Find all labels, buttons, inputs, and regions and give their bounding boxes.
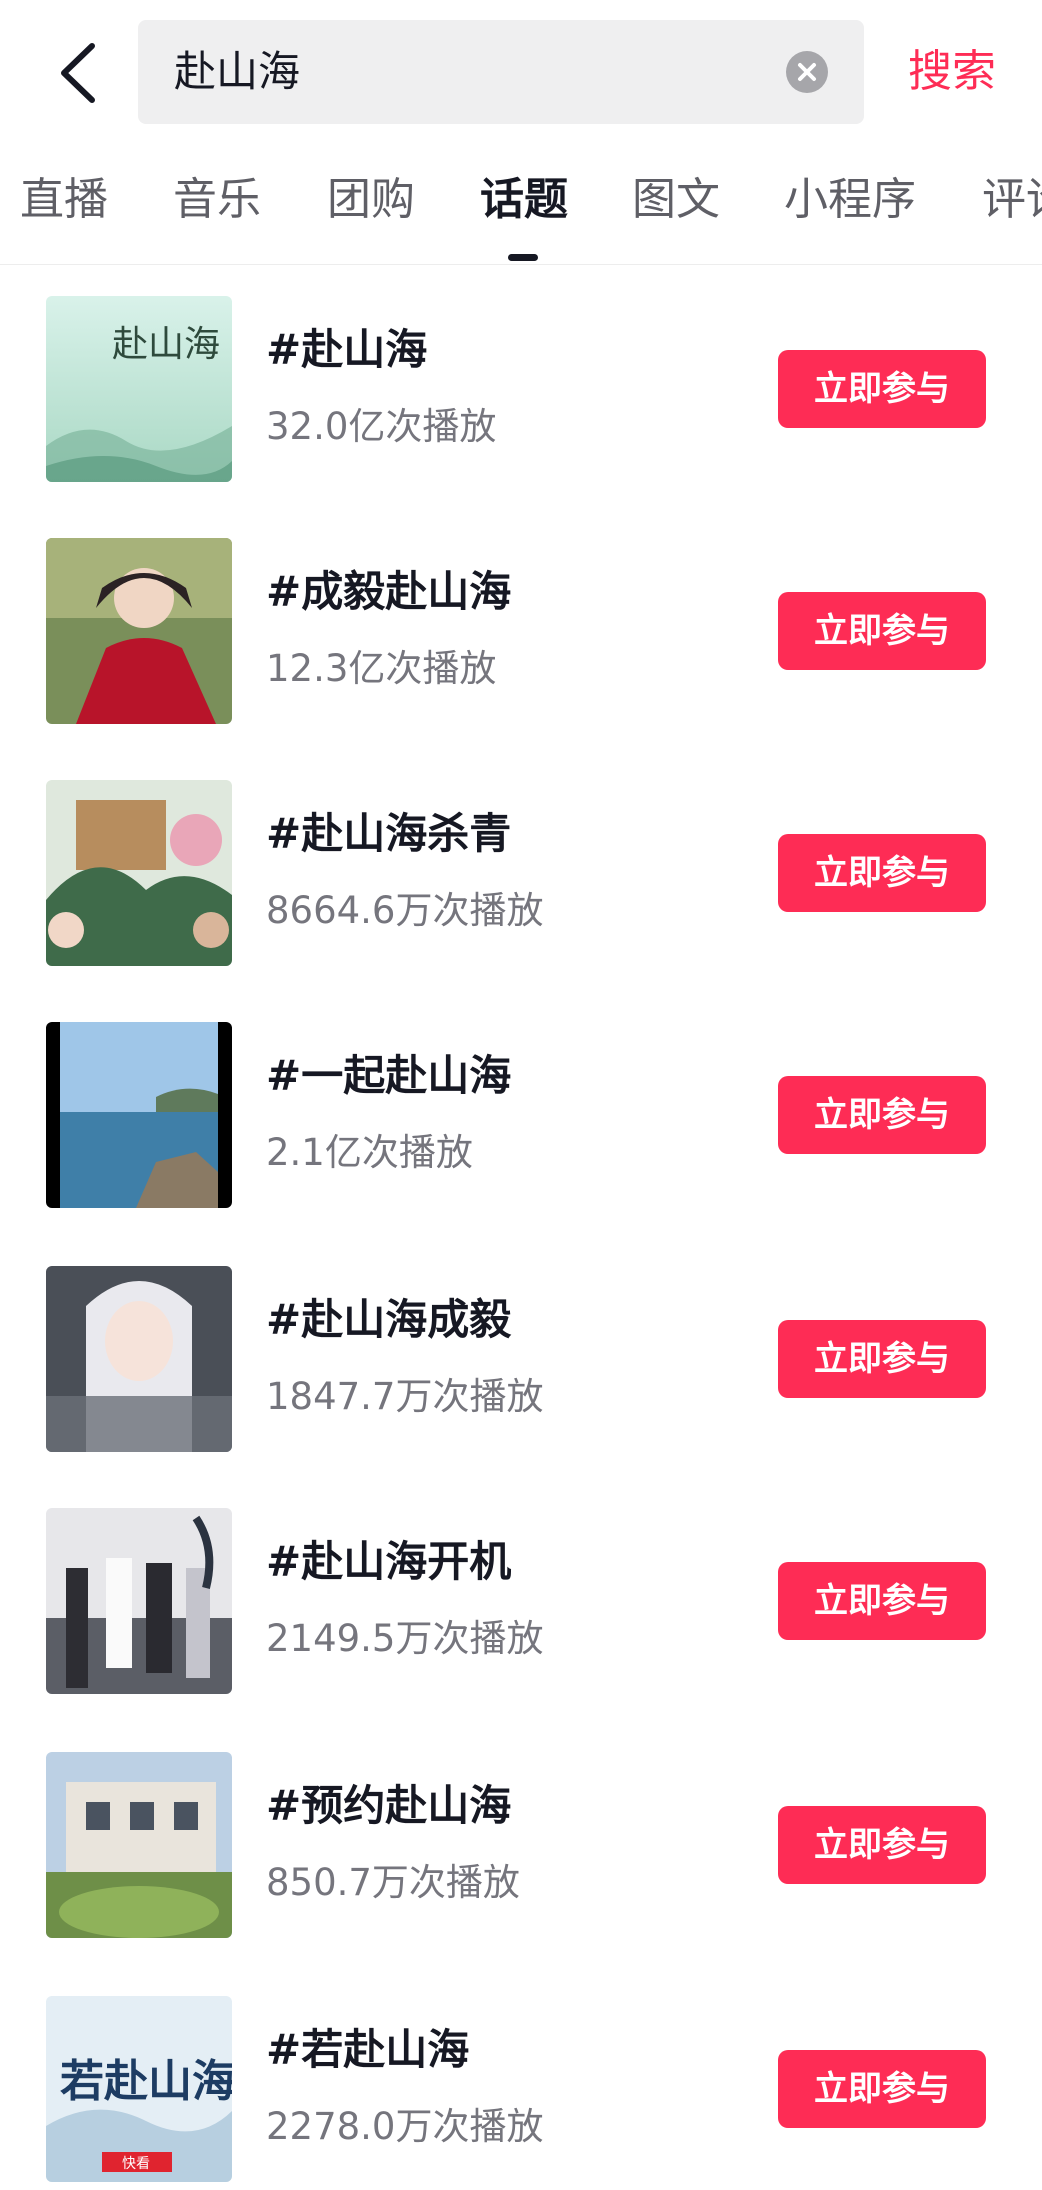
topic-thumbnail bbox=[46, 1022, 232, 1208]
topic-thumbnail bbox=[46, 1508, 232, 1694]
tab-live[interactable]: 直播 bbox=[20, 150, 108, 250]
chevron-left-icon bbox=[61, 43, 95, 103]
topic-play-count: 2278.0万次播放 bbox=[266, 2105, 544, 2148]
topic-play-count: 1847.7万次播放 bbox=[266, 1375, 544, 1418]
back-button[interactable] bbox=[50, 38, 110, 108]
search-header: 赴山海 搜索 bbox=[0, 0, 1042, 140]
tab-mini-programs[interactable]: 小程序 bbox=[784, 150, 916, 250]
category-tabs: 直播 音乐 团购 话题 图文 小程序 评论 bbox=[0, 150, 1042, 265]
topic-row[interactable]: #一起赴山海 2.1亿次播放 立即参与 bbox=[0, 1022, 1042, 1208]
topic-play-count: 32.0亿次播放 bbox=[266, 405, 497, 448]
join-topic-button[interactable]: 立即参与 bbox=[778, 350, 986, 428]
topic-title: #若赴山海 bbox=[266, 2025, 470, 2074]
topic-thumbnail: 若赴山海 快看 bbox=[46, 1996, 232, 2182]
topic-title: #成毅赴山海 bbox=[266, 567, 512, 616]
topic-play-count: 8664.6万次播放 bbox=[266, 889, 544, 932]
topic-play-count: 12.3亿次播放 bbox=[266, 647, 497, 690]
thumb-overlay-text: 若赴山海 bbox=[60, 2056, 232, 2107]
close-circle-icon bbox=[798, 63, 816, 81]
topic-title: #预约赴山海 bbox=[266, 1781, 512, 1830]
topic-row[interactable]: #赴山海成毅 1847.7万次播放 立即参与 bbox=[0, 1266, 1042, 1452]
topic-thumbnail: 赴山海 bbox=[46, 296, 232, 482]
topic-play-count: 2149.5万次播放 bbox=[266, 1617, 544, 1660]
join-topic-button[interactable]: 立即参与 bbox=[778, 1076, 986, 1154]
topic-thumbnail bbox=[46, 1752, 232, 1938]
thumb-badge-text: 快看 bbox=[122, 2156, 150, 2172]
topic-title: #赴山海 bbox=[266, 325, 428, 374]
topic-row[interactable]: 若赴山海 快看 #若赴山海 2278.0万次播放 立即参与 bbox=[0, 1996, 1042, 2182]
tab-music[interactable]: 音乐 bbox=[173, 150, 261, 250]
tab-group-buy[interactable]: 团购 bbox=[327, 150, 415, 250]
topic-play-count: 2.1亿次播放 bbox=[266, 1131, 473, 1174]
active-tab-indicator bbox=[508, 254, 538, 261]
search-input[interactable]: 赴山海 bbox=[138, 20, 864, 124]
search-query-text: 赴山海 bbox=[174, 47, 301, 96]
topic-row[interactable]: #赴山海开机 2149.5万次播放 立即参与 bbox=[0, 1508, 1042, 1694]
topic-row[interactable]: #赴山海杀青 8664.6万次播放 立即参与 bbox=[0, 780, 1042, 966]
search-submit-button[interactable]: 搜索 bbox=[908, 20, 996, 124]
topic-thumbnail bbox=[46, 780, 232, 966]
topic-title: #赴山海成毅 bbox=[266, 1295, 512, 1344]
join-topic-button[interactable]: 立即参与 bbox=[778, 834, 986, 912]
join-topic-button[interactable]: 立即参与 bbox=[778, 1320, 986, 1398]
join-topic-button[interactable]: 立即参与 bbox=[778, 1562, 986, 1640]
topic-row[interactable]: #成毅赴山海 12.3亿次播放 立即参与 bbox=[0, 538, 1042, 724]
join-topic-button[interactable]: 立即参与 bbox=[778, 2050, 986, 2128]
topic-title: #赴山海杀青 bbox=[266, 809, 512, 858]
tab-topics[interactable]: 话题 bbox=[480, 150, 568, 250]
tab-comments[interactable]: 评论 bbox=[982, 150, 1042, 250]
tab-image-text[interactable]: 图文 bbox=[632, 150, 720, 250]
topic-title: #一起赴山海 bbox=[266, 1051, 512, 1100]
join-topic-button[interactable]: 立即参与 bbox=[778, 1806, 986, 1884]
topic-thumbnail bbox=[46, 538, 232, 724]
topic-title: #赴山海开机 bbox=[266, 1537, 512, 1586]
thumb-overlay-text: 赴山海 bbox=[112, 324, 220, 365]
topic-play-count: 850.7万次播放 bbox=[266, 1861, 520, 1904]
topic-row[interactable]: 赴山海 #赴山海 32.0亿次播放 立即参与 bbox=[0, 296, 1042, 482]
join-topic-button[interactable]: 立即参与 bbox=[778, 592, 986, 670]
clear-search-button[interactable] bbox=[786, 51, 828, 93]
topic-thumbnail bbox=[46, 1266, 232, 1452]
topic-row[interactable]: #预约赴山海 850.7万次播放 立即参与 bbox=[0, 1752, 1042, 1938]
